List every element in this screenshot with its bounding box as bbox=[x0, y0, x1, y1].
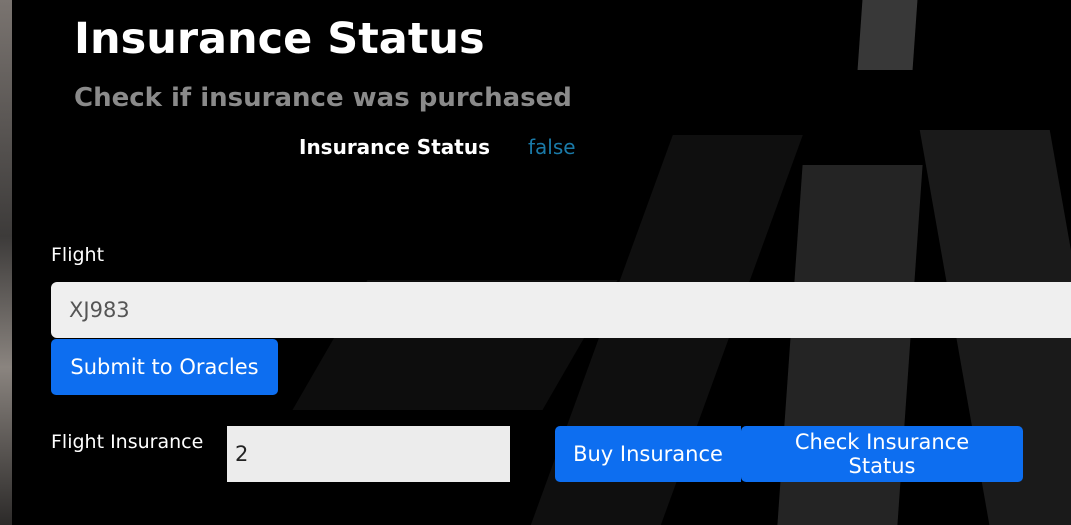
check-insurance-status-button[interactable]: Check Insurance Status bbox=[741, 426, 1023, 482]
page-subtitle: Check if insurance was purchased bbox=[74, 83, 572, 113]
flight-insurance-input[interactable] bbox=[227, 426, 510, 482]
buy-insurance-button[interactable]: Buy Insurance bbox=[555, 426, 741, 482]
page-title: Insurance Status bbox=[74, 14, 485, 64]
flight-input[interactable] bbox=[51, 282, 1071, 338]
submit-to-oracles-button[interactable]: Submit to Oracles bbox=[51, 339, 278, 395]
flight-label: Flight bbox=[51, 244, 105, 266]
insurance-status-value: false bbox=[528, 135, 576, 159]
main-content: Insurance Status Check if insurance was … bbox=[0, 0, 1071, 525]
flight-insurance-label: Flight Insurance bbox=[51, 431, 204, 453]
insurance-status-label: Insurance Status bbox=[299, 135, 490, 159]
